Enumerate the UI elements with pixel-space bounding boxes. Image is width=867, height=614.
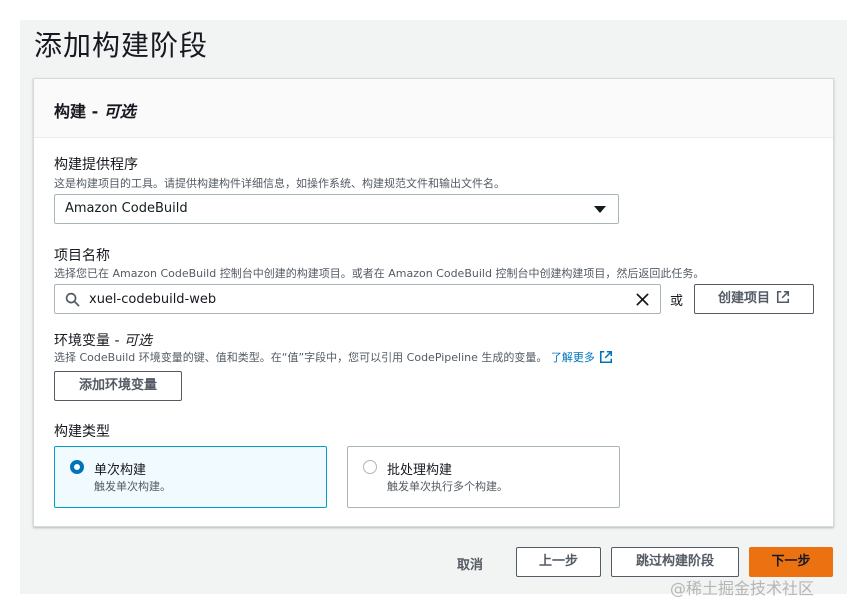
external-link-icon <box>776 287 790 315</box>
build-stage-panel: 构建 - 可选 构建提供程序 这是构建项目的工具。请提供构建构件详细信息，如操作… <box>33 78 834 527</box>
next-button[interactable]: 下一步 <box>749 547 833 577</box>
create-project-label: 创建项目 <box>717 291 770 306</box>
env-description-text: 选择 CodeBuild 环境变量的键、值和类型。在“值”字段中，您可以引用 C… <box>54 351 548 364</box>
provider-select[interactable]: Amazon CodeBuild <box>54 194 619 224</box>
build-type-single-desc: 触发单次构建。 <box>94 480 171 493</box>
skip-build-stage-button[interactable]: 跳过构建阶段 <box>611 547 739 577</box>
previous-button[interactable]: 上一步 <box>516 547 601 577</box>
provider-select-value: Amazon CodeBuild <box>65 201 188 216</box>
panel-header: 构建 - 可选 <box>34 79 833 138</box>
env-label-optional: 可选 <box>123 333 152 349</box>
env-description: 选择 CodeBuild 环境变量的键、值和类型。在“值”字段中，您可以引用 C… <box>54 349 613 367</box>
provider-label: 构建提供程序 <box>54 157 138 173</box>
project-label: 项目名称 <box>54 248 110 264</box>
build-type-single-title: 单次构建 <box>94 463 147 478</box>
watermark: @稀土掘金技术社区 <box>670 579 815 598</box>
build-type-batch-title: 批处理构建 <box>387 463 453 478</box>
create-project-button[interactable]: 创建项目 <box>694 284 814 314</box>
build-type-single-tile[interactable]: 单次构建 触发单次构建。 <box>54 446 327 508</box>
env-label-text: 环境变量 - <box>54 333 124 349</box>
page-title: 添加构建阶段 <box>34 29 209 62</box>
caret-down-icon <box>594 206 606 213</box>
radio-selected[interactable] <box>70 460 84 474</box>
build-type-batch-tile[interactable]: 批处理构建 触发单次执行多个构建。 <box>347 446 620 508</box>
project-search-field[interactable] <box>54 284 661 314</box>
search-icon <box>65 292 80 311</box>
or-text: 或 <box>670 294 684 309</box>
provider-description: 这是构建项目的工具。请提供构建构件详细信息，如操作系统、构建规范文件和输出文件名… <box>54 177 505 190</box>
clear-icon[interactable] <box>635 292 650 311</box>
build-type-label: 构建类型 <box>54 424 110 440</box>
panel-title-optional: 可选 <box>103 102 136 121</box>
cancel-button[interactable]: 取消 <box>457 554 483 573</box>
panel-title: 构建 - <box>54 102 104 121</box>
build-type-batch-desc: 触发单次执行多个构建。 <box>387 480 508 493</box>
project-search-input[interactable] <box>89 289 619 309</box>
add-env-variable-button[interactable]: 添加环境变量 <box>54 371 182 401</box>
env-label: 环境变量 - 可选 <box>54 330 152 350</box>
external-link-icon[interactable] <box>599 350 613 367</box>
radio-unselected[interactable] <box>363 460 377 474</box>
project-description: 选择您已在 Amazon CodeBuild 控制台中创建的构建项目。或者在 A… <box>54 267 705 280</box>
learn-more-link[interactable]: 了解更多 <box>551 351 595 364</box>
